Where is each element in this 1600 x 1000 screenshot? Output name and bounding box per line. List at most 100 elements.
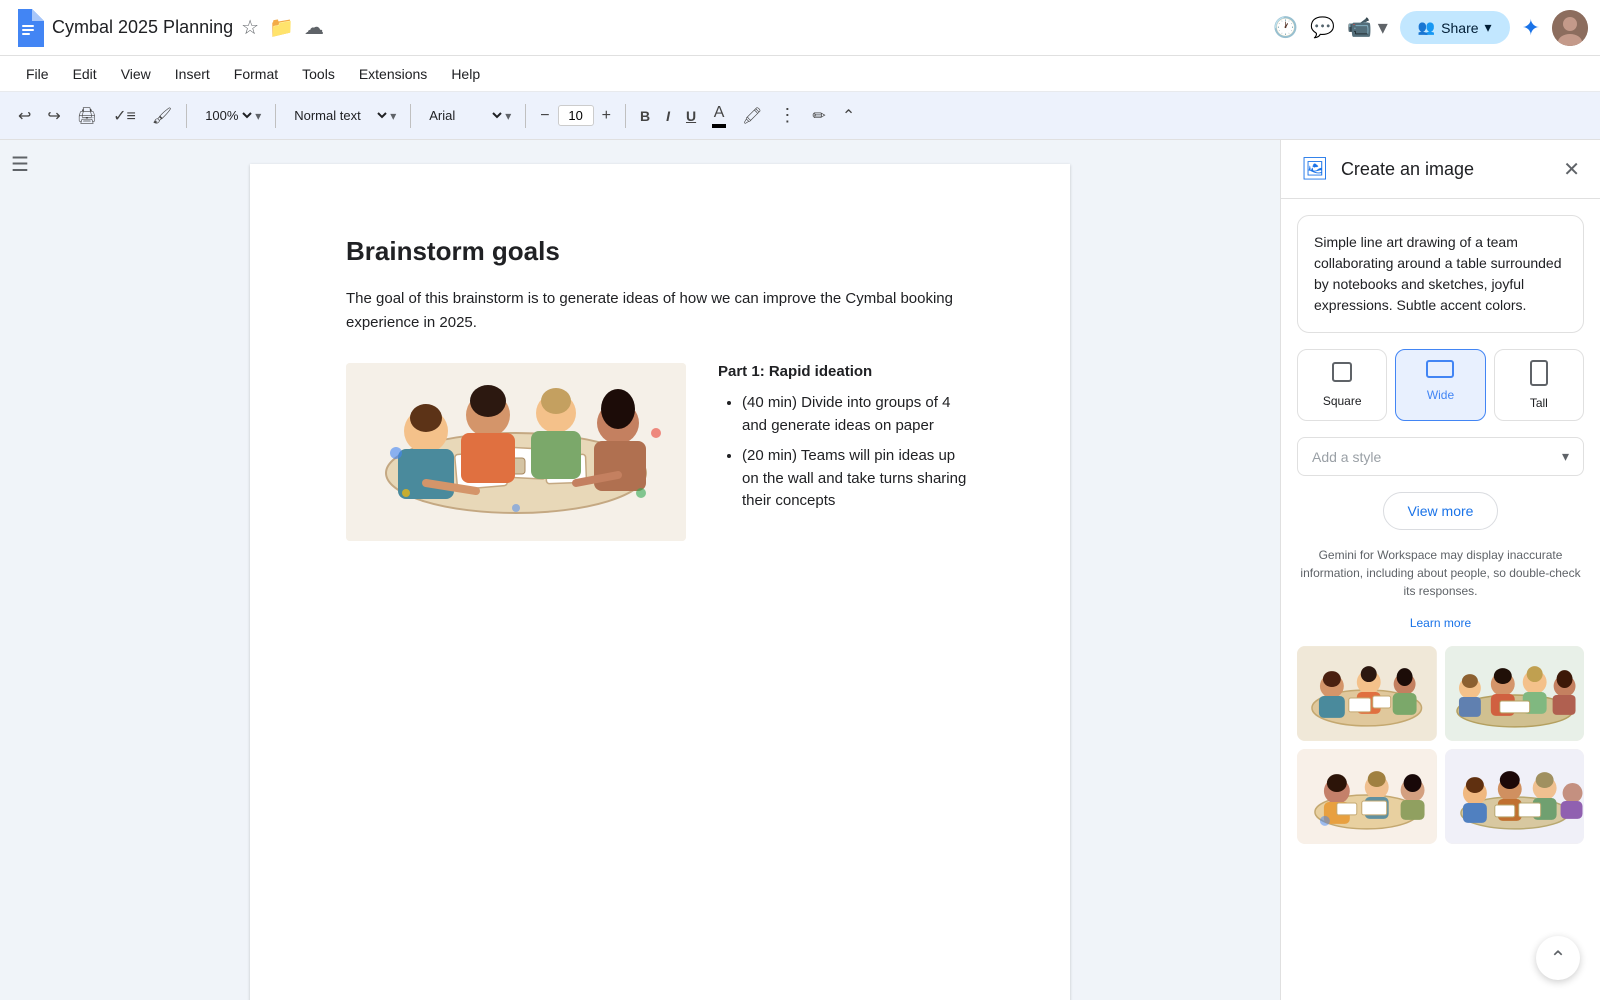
doc-page: Brainstorm goals The goal of this brains…	[250, 164, 1070, 1000]
zoom-select[interactable]: 100%	[201, 107, 255, 124]
wide-label: Wide	[1427, 388, 1454, 402]
doc-content-right: Part 1: Rapid ideation (40 min) Divide i…	[718, 363, 974, 541]
paint-button[interactable]: 🖌	[146, 102, 178, 130]
cloud-button[interactable]: ☁	[304, 15, 324, 40]
menu-format[interactable]: Format	[224, 62, 288, 86]
aspect-square-button[interactable]: Square	[1297, 349, 1387, 421]
toolbar-sep-2	[275, 104, 276, 128]
menu-extensions[interactable]: Extensions	[349, 62, 437, 86]
share-chevron-icon: ▾	[1485, 19, 1492, 36]
text-color-icon: A	[714, 104, 725, 122]
style-select[interactable]: Normal text	[290, 107, 390, 124]
font-size-decrease[interactable]: −	[534, 103, 555, 129]
tall-icon	[1530, 360, 1548, 392]
share-button[interactable]: 👥 Share ▾	[1400, 11, 1510, 44]
highlight-button[interactable]: 🖍	[736, 102, 768, 130]
doc-area[interactable]: Brainstorm goals The goal of this brains…	[40, 140, 1280, 1000]
style-dropdown-arrow-icon: ▾	[1562, 448, 1569, 465]
image-thumb-4[interactable]	[1445, 749, 1585, 844]
font-size-increase[interactable]: +	[596, 103, 617, 129]
menu-help[interactable]: Help	[441, 62, 490, 86]
redo-button[interactable]: ↪	[41, 102, 66, 130]
image-grid	[1297, 646, 1584, 844]
prompt-box[interactable]: Simple line art drawing of a team collab…	[1297, 215, 1584, 333]
square-icon	[1330, 360, 1354, 390]
italic-button[interactable]: I	[660, 104, 676, 128]
history-button[interactable]: 🕐	[1273, 15, 1298, 40]
menu-view[interactable]: View	[111, 62, 161, 86]
title-icons: ☆ 📁 ☁	[241, 15, 324, 40]
tall-label: Tall	[1530, 396, 1548, 410]
share-icon: 👥	[1418, 19, 1435, 36]
font-size-box: − +	[534, 103, 617, 129]
list-item-0: (40 min) Divide into groups of 4 and gen…	[742, 392, 974, 437]
style-dropdown[interactable]: Add a style ▾	[1297, 437, 1584, 476]
menu-bar: File Edit View Insert Format Tools Exten…	[0, 56, 1600, 92]
doc-list: (40 min) Divide into groups of 4 and gen…	[718, 392, 974, 513]
title-bar-right: 🕐 💬 📹 ▾ 👥 Share ▾ ✦	[1273, 10, 1588, 46]
font-select[interactable]: Arial	[425, 107, 505, 124]
font-wrapper[interactable]: Arial ▾	[419, 105, 517, 126]
menu-insert[interactable]: Insert	[165, 62, 220, 86]
toolbar-sep-4	[525, 104, 526, 128]
doc-columns: Part 1: Rapid ideation (40 min) Divide i…	[346, 363, 974, 541]
doc-heading: Brainstorm goals	[346, 236, 974, 267]
text-color-button[interactable]: A	[706, 100, 732, 132]
doc-part-title: Part 1: Rapid ideation	[718, 363, 974, 380]
image-thumb-2[interactable]	[1445, 646, 1585, 741]
create-image-panel: 🖼 Create an image ✕ Simple line art draw…	[1280, 140, 1600, 1000]
comment-button[interactable]: 💬	[1310, 15, 1335, 40]
menu-tools[interactable]: Tools	[292, 62, 345, 86]
undo-button[interactable]: ↩	[12, 102, 37, 130]
wide-icon	[1426, 360, 1454, 384]
print-button[interactable]: 🖨	[71, 102, 103, 130]
scroll-to-top-button[interactable]: ⌃	[1536, 936, 1580, 980]
toolbar-sep-5	[625, 104, 626, 128]
disclaimer-text: Gemini for Workspace may display inaccur…	[1297, 546, 1584, 600]
font-arrow-icon: ▾	[505, 109, 511, 123]
learn-more-link[interactable]: Learn more	[1297, 616, 1584, 630]
list-item-1: (20 min) Teams will pin ideas up on the …	[742, 445, 974, 513]
menu-file[interactable]: File	[16, 62, 59, 86]
title-bar-left: Cymbal 2025 Planning ☆ 📁 ☁	[12, 9, 324, 47]
zoom-wrapper[interactable]: 100% ▾	[195, 105, 267, 126]
doc-body-text: The goal of this brainstorm is to genera…	[346, 287, 974, 335]
main-area: ☰ Brainstorm goals The goal of this brai…	[0, 140, 1600, 1000]
toolbar-sep-1	[186, 104, 187, 128]
create-image-icon: 🖼	[1301, 156, 1329, 182]
style-dropdown-placeholder: Add a style	[1312, 449, 1381, 465]
style-arrow-icon: ▾	[390, 109, 396, 123]
menu-edit[interactable]: Edit	[63, 62, 107, 86]
image-thumb-1[interactable]	[1297, 646, 1437, 741]
aspect-ratio-buttons: Square Wide Tall	[1297, 349, 1584, 421]
spellcheck-button[interactable]: ✓≡	[107, 102, 142, 130]
panel-body: Simple line art drawing of a team collab…	[1281, 199, 1600, 1000]
underline-button[interactable]: U	[680, 104, 702, 128]
more-options-button[interactable]: ⋮	[772, 101, 802, 130]
zoom-arrow-icon: ▾	[255, 109, 261, 123]
aspect-tall-button[interactable]: Tall	[1494, 349, 1584, 421]
panel-close-button[interactable]: ✕	[1563, 157, 1580, 182]
view-more-label: View more	[1408, 503, 1474, 519]
title-bar: Cymbal 2025 Planning ☆ 📁 ☁ 🕐 💬 📹 ▾ 👥 Sha…	[0, 0, 1600, 56]
doc-illustration	[346, 363, 686, 541]
view-more-button[interactable]: View more	[1383, 492, 1499, 530]
aspect-wide-button[interactable]: Wide	[1395, 349, 1485, 421]
image-thumb-3[interactable]	[1297, 749, 1437, 844]
docs-icon	[12, 9, 44, 47]
share-label: Share	[1441, 20, 1478, 36]
style-wrapper[interactable]: Normal text ▾	[284, 105, 402, 126]
expand-button[interactable]: ⌃	[836, 102, 861, 130]
doc-title: Cymbal 2025 Planning	[52, 17, 233, 38]
toolbar-sep-3	[410, 104, 411, 128]
gemini-icon: ✦	[1522, 15, 1540, 41]
panel-title: Create an image	[1341, 159, 1474, 180]
folder-button[interactable]: 📁	[269, 15, 294, 40]
video-button[interactable]: 📹 ▾	[1347, 15, 1388, 40]
image-edit-button[interactable]: ✏	[806, 102, 831, 130]
text-color-dot	[712, 124, 726, 128]
star-button[interactable]: ☆	[241, 15, 259, 40]
font-size-input[interactable]	[558, 105, 594, 126]
bold-button[interactable]: B	[634, 104, 656, 128]
sidebar-toggle-button[interactable]: ☰	[11, 152, 29, 177]
